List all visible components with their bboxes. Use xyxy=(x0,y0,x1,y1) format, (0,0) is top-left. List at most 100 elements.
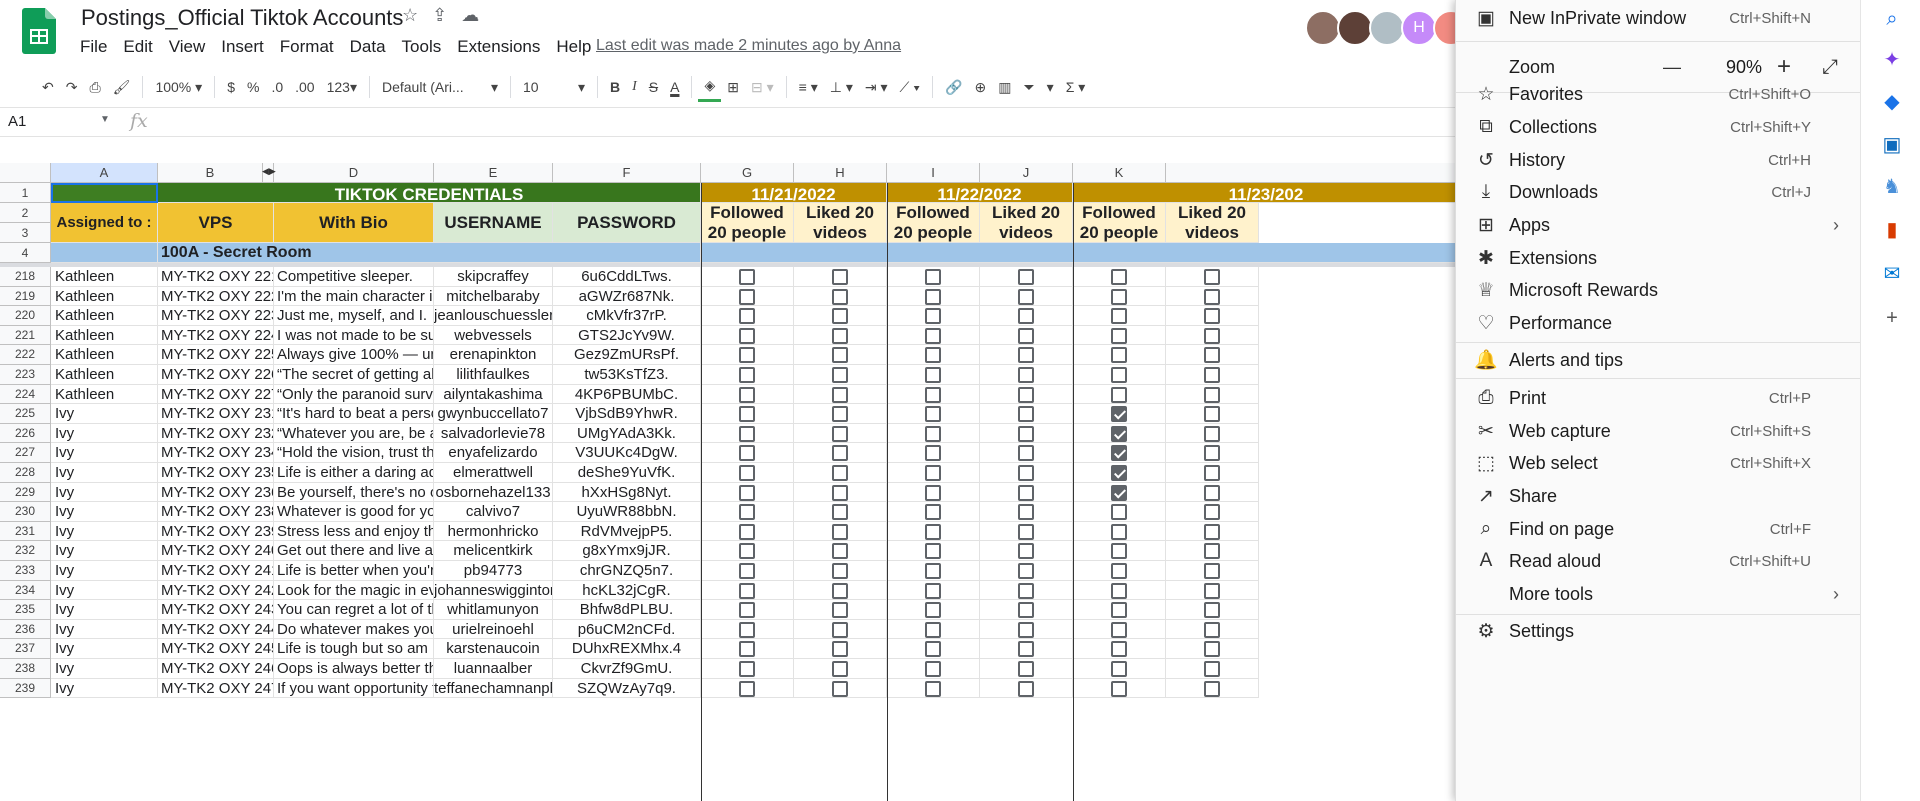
text-wrap-icon[interactable]: ⇥ ▾ xyxy=(859,72,894,102)
checkbox[interactable] xyxy=(739,406,755,423)
checkbox[interactable] xyxy=(925,425,941,442)
checkbox[interactable] xyxy=(1111,386,1127,403)
row-header[interactable]: 1 xyxy=(0,183,51,203)
print-icon[interactable]: ⎙ xyxy=(83,72,106,102)
checkbox[interactable] xyxy=(1018,504,1034,521)
cell-vps[interactable]: MY-TK2 OXY 247 xyxy=(158,678,274,699)
cell-username[interactable]: calvivo7 xyxy=(434,502,553,522)
cell-username[interactable]: salvadorlevie78 xyxy=(434,423,553,444)
cell-username[interactable]: gwynbuccellato7 xyxy=(434,404,553,424)
checkbox[interactable] xyxy=(1204,621,1220,638)
cell-password[interactable]: DUhxREXMhx.4 xyxy=(553,639,701,659)
checkbox[interactable] xyxy=(832,484,848,501)
cell-assigned[interactable]: Ivy xyxy=(51,482,158,503)
checkbox[interactable] xyxy=(1111,269,1127,286)
row-header[interactable]: 225 xyxy=(0,404,51,424)
sheets-logo-icon[interactable] xyxy=(22,8,56,54)
row-header[interactable]: 222 xyxy=(0,345,51,365)
checkbox[interactable] xyxy=(1204,347,1220,364)
filter-views-icon[interactable]: ▾ xyxy=(1041,72,1060,102)
cell-username[interactable]: karstenaucoin xyxy=(434,639,553,659)
checkbox[interactable] xyxy=(1018,406,1034,423)
checkbox[interactable] xyxy=(739,641,755,658)
checkbox[interactable] xyxy=(832,621,848,638)
header-assigned[interactable]: Assigned to : xyxy=(51,203,158,243)
checkbox[interactable] xyxy=(1204,269,1220,286)
checkbox[interactable] xyxy=(832,347,848,364)
cell-assigned[interactable]: Ivy xyxy=(51,404,158,424)
cell-username[interactable]: whitlamunyon xyxy=(434,600,553,620)
row-header[interactable]: 218 xyxy=(0,267,51,287)
office-icon[interactable]: ▮ xyxy=(1881,218,1903,241)
cell-a1[interactable] xyxy=(51,183,158,203)
cell-password[interactable]: 6u6CddLTws. xyxy=(553,267,701,287)
checkbox[interactable] xyxy=(925,504,941,521)
cell-vps[interactable]: MY-TK2 OXY 222 xyxy=(158,286,274,307)
undo-icon[interactable]: ↶ xyxy=(36,72,60,102)
menu-insert[interactable]: Insert xyxy=(213,35,272,59)
checkbox[interactable] xyxy=(739,563,755,580)
cell-assigned[interactable]: Kathleen xyxy=(51,384,158,405)
checkbox[interactable] xyxy=(1018,641,1034,658)
checkbox[interactable] xyxy=(1018,661,1034,678)
checkbox[interactable] xyxy=(1018,269,1034,286)
cell-password[interactable]: Bhfw8dPLBU. xyxy=(553,600,701,620)
checkbox[interactable] xyxy=(832,308,848,325)
cell-bio[interactable]: I'm the main character in this xyxy=(274,286,434,307)
checkbox[interactable] xyxy=(925,406,941,423)
checkbox[interactable] xyxy=(1111,406,1127,423)
merge-cells-icon[interactable]: ⊟ ▾ xyxy=(745,72,780,102)
cell-assigned[interactable]: Ivy xyxy=(51,541,158,561)
last-edit-link[interactable]: Last edit was made 2 minutes ago by Anna xyxy=(596,37,901,55)
header-date[interactable]: 11/22/2022 xyxy=(887,183,1073,203)
cell-bio[interactable]: Be yourself, there's no one b xyxy=(274,482,434,503)
header-date[interactable]: 11/21/2022 xyxy=(701,183,887,203)
column-header-h[interactable]: H xyxy=(794,163,887,183)
checkbox[interactable] xyxy=(925,621,941,638)
redo-icon[interactable]: ↷ xyxy=(60,72,84,102)
checkbox[interactable] xyxy=(1204,641,1220,658)
checkbox[interactable] xyxy=(1018,445,1034,462)
checkbox[interactable] xyxy=(832,563,848,580)
checkbox[interactable] xyxy=(1204,308,1220,325)
column-header-j[interactable]: J xyxy=(980,163,1073,183)
checkbox[interactable] xyxy=(1204,680,1220,697)
header-bio[interactable]: With Bio xyxy=(274,203,434,243)
checkbox[interactable] xyxy=(1018,425,1034,442)
row-header[interactable]: 233 xyxy=(0,561,51,581)
menu-extensions[interactable]: Extensions xyxy=(449,35,548,59)
band-title[interactable]: 100A - Secret Room xyxy=(158,243,701,263)
checkbox[interactable] xyxy=(925,465,941,482)
checkbox[interactable] xyxy=(1204,367,1220,384)
text-color-icon[interactable]: A xyxy=(664,72,685,102)
outlook-icon[interactable]: ✉ xyxy=(1881,262,1903,285)
zoom-select[interactable]: 100% ▾ xyxy=(149,72,208,102)
row-header[interactable]: 219 xyxy=(0,286,51,307)
checkbox[interactable] xyxy=(832,425,848,442)
checkbox[interactable] xyxy=(925,308,941,325)
checkbox[interactable] xyxy=(925,327,941,344)
cell-username[interactable]: enyafelizardo xyxy=(434,443,553,463)
menu-help[interactable]: Help xyxy=(548,35,599,59)
cell-vps[interactable]: MY-TK2 OXY 223 xyxy=(158,306,274,326)
cell-vps[interactable]: MY-TK2 OXY 235 xyxy=(158,463,274,483)
row-header[interactable]: 229 xyxy=(0,482,51,503)
cell-username[interactable]: mitchelbaraby xyxy=(434,286,553,307)
checkbox[interactable] xyxy=(925,269,941,286)
checkbox[interactable] xyxy=(739,386,755,403)
column-header-e[interactable]: E xyxy=(434,163,553,183)
cell-assigned[interactable]: Ivy xyxy=(51,678,158,699)
increase-decimal-button[interactable]: .00 xyxy=(289,72,320,102)
cell-password[interactable]: 4KP6PBUMbC. xyxy=(553,384,701,405)
checkbox[interactable] xyxy=(1111,582,1127,599)
checkbox[interactable] xyxy=(1111,523,1127,540)
cell-vps[interactable]: MY-TK2 OXY 245 xyxy=(158,639,274,659)
checkbox[interactable] xyxy=(1018,563,1034,580)
checkbox[interactable] xyxy=(832,504,848,521)
cell-password[interactable]: VjbSdB9YhwR. xyxy=(553,404,701,424)
text-rotation-icon[interactable]: ⟋ ▾ xyxy=(894,72,927,102)
cell-vps[interactable]: MY-TK2 OXY 227 xyxy=(158,384,274,405)
cell-username[interactable]: urielreinoehl xyxy=(434,619,553,640)
cell-bio[interactable]: Life is either a daring adventu xyxy=(274,463,434,483)
checkbox[interactable] xyxy=(739,308,755,325)
